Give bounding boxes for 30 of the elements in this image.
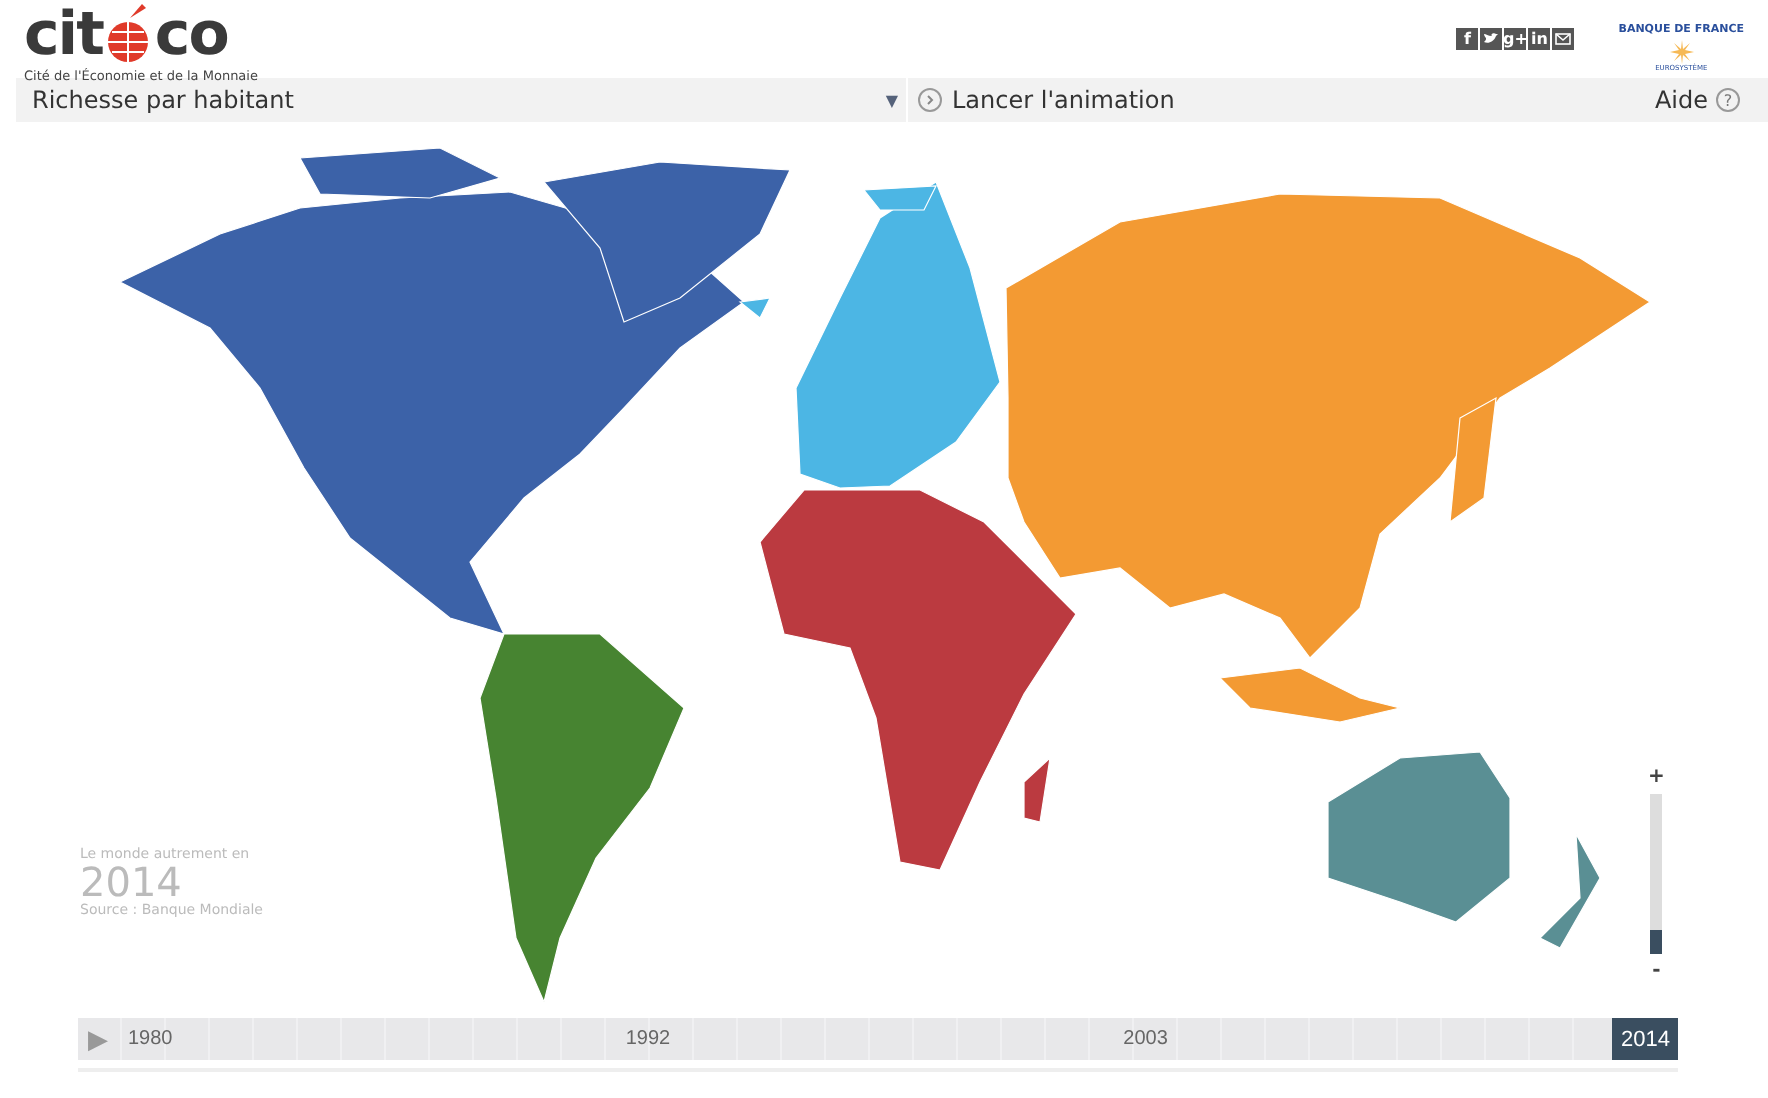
zoom-slider[interactable] (1650, 794, 1663, 954)
social-button[interactable]: in (1528, 28, 1551, 50)
social-button[interactable]: f (1456, 28, 1479, 50)
chevron-icon[interactable] (918, 88, 942, 112)
sun-icon (1669, 40, 1694, 64)
continent-shape[interactable] (1327, 751, 1601, 949)
continent-shape[interactable] (118, 147, 791, 635)
year-marker[interactable]: 2014 (1612, 1018, 1678, 1060)
dropdown-label: Richesse par habitant (32, 86, 294, 114)
zoom-out-button[interactable]: - (1652, 960, 1661, 982)
timeline-bar[interactable]: ▶ 1980 1992 2003 2014 (78, 1018, 1678, 1060)
year-marker[interactable]: 1980 (120, 1018, 181, 1060)
mail-icon[interactable] (1552, 28, 1575, 50)
continent-shape[interactable] (759, 489, 1077, 871)
caret-icon: ▼ (885, 91, 898, 109)
continent-shape[interactable] (479, 633, 685, 1004)
zoom-in-button[interactable]: + (1648, 766, 1665, 788)
animation-link[interactable]: Lancer l'animation (952, 86, 1175, 114)
help-link[interactable]: Aide (1654, 86, 1708, 114)
year-text: 2014 (80, 862, 182, 902)
slider-thumb[interactable] (1650, 930, 1663, 954)
indicator-dropdown[interactable]: Richesse par habitant ▼ (16, 78, 908, 122)
year-marker[interactable]: 2003 (1115, 1018, 1176, 1060)
logo-text: cit (24, 6, 103, 66)
logo-text: co (154, 6, 228, 66)
social-button[interactable]: g+ (1504, 28, 1527, 50)
help-icon[interactable]: ? (1716, 88, 1740, 112)
year-marker[interactable]: 1992 (617, 1018, 679, 1060)
bird-icon[interactable] (1480, 28, 1503, 50)
continent-shape[interactable] (738, 181, 1001, 489)
